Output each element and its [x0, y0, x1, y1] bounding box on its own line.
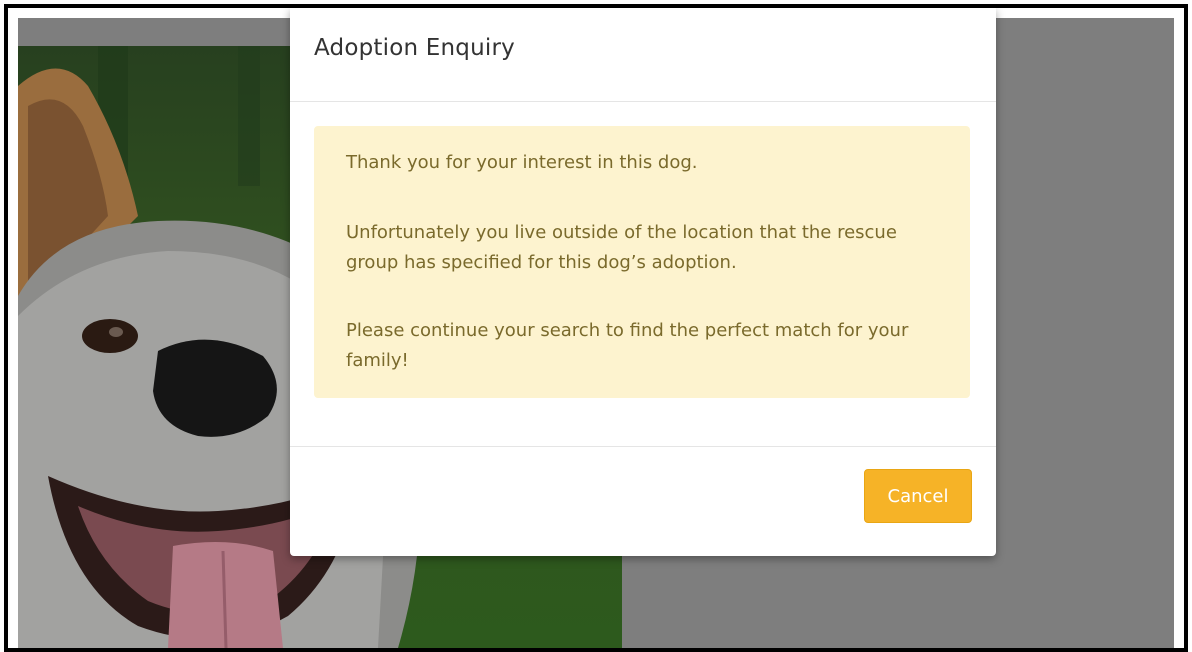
modal-title: Adoption Enquiry — [314, 35, 515, 61]
modal-footer: Cancel — [290, 446, 996, 557]
screenshot-frame: Adoption Enquiry Thank you for your inte… — [4, 4, 1188, 652]
alert-message-thanks: Thank you for your interest in this dog. — [346, 152, 698, 173]
warning-alert: Thank you for your interest in this dog.… — [314, 126, 970, 398]
cancel-button[interactable]: Cancel — [864, 469, 972, 523]
adoption-enquiry-modal: Adoption Enquiry Thank you for your inte… — [290, 8, 996, 556]
modal-header: Adoption Enquiry — [290, 8, 996, 102]
alert-message-continue: Please continue your search to find the … — [346, 320, 909, 371]
alert-message-location: Unfortunately you live outside of the lo… — [346, 222, 897, 273]
